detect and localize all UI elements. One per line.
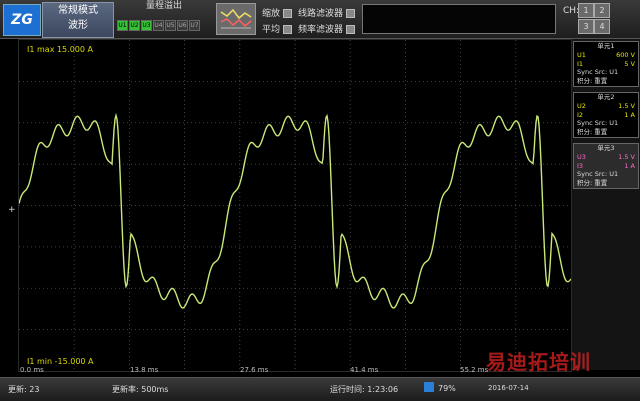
unit-i-range: 1 A [624, 110, 635, 119]
unit-i-label: I3 [577, 161, 584, 170]
unit-u-range: 1.5 V [618, 153, 635, 161]
unit-title: 单元2 [597, 93, 615, 101]
freq-filter-checkbox[interactable] [346, 25, 356, 34]
max-label: I1 max 15.000 A [27, 45, 94, 54]
zoom-label: 缩放 [262, 9, 281, 19]
unit-title: 单元1 [597, 42, 615, 50]
range-indicator-u5: U5 [165, 20, 176, 31]
unit-u-label: U2 [577, 102, 586, 110]
unit-i-label: I1 [577, 59, 584, 68]
avg-label: 平均 [262, 25, 281, 35]
range-indicator-u7: U7 [189, 20, 200, 31]
date-text: 2016-07-14 [488, 384, 529, 392]
range-indicator-u6: U6 [177, 20, 188, 31]
zoom-option[interactable]: 缩放 [262, 6, 295, 19]
unit-sync: Sync Src: U1 [577, 170, 619, 178]
x-tick-label: 27.6 ms [240, 366, 269, 374]
freq-filter-label: 频率滤波器 [298, 25, 344, 35]
run-time: 运行时间: 1:23:06 [330, 385, 399, 394]
ch-button-2[interactable]: 2 [594, 3, 610, 18]
unit-panel-1[interactable]: 单元1 U1 600 V I1 5 V Sync Src: U1 积分: 重置 [573, 41, 639, 87]
mode-button[interactable]: 常规模式 波形 [42, 2, 114, 38]
x-tick-label: 0.0 ms [20, 366, 44, 374]
zlg-logo: ZG [3, 4, 41, 36]
line-filter-checkbox[interactable] [346, 9, 356, 18]
mode-subtitle: 波形 [68, 20, 88, 31]
unit-sync: Sync Src: U1 [577, 119, 619, 127]
unit-integ: 积分: 重置 [577, 76, 608, 85]
unit-i-label: I2 [577, 110, 584, 119]
waveform-icon [220, 8, 252, 29]
monitor-icon [424, 382, 434, 392]
unit-i-range: 5 V [624, 59, 635, 68]
x-tick-label: 13.8 ms [130, 366, 159, 374]
mode-title: 常规模式 [58, 5, 98, 16]
zoom-checkbox[interactable] [283, 9, 293, 18]
x-tick-label: 55.2 ms [460, 366, 489, 374]
update-count: 更新: 23 [8, 385, 40, 394]
unit-integ: 积分: 重置 [577, 178, 608, 187]
unit-sync: Sync Src: U1 [577, 68, 619, 76]
value-display [362, 4, 556, 34]
unit-u-label: U3 [577, 153, 586, 161]
range-indicator-u1: U1 [117, 20, 128, 31]
range-title: 量程溢出 [145, 1, 182, 11]
x-tick-label: 41.4 ms [350, 366, 379, 374]
toolbar: ZG 常规模式 波形 量程溢出 U1U2U3U4U5U6U7 I1I2I3I4I… [0, 0, 640, 50]
avg-option[interactable]: 平均 [262, 22, 295, 35]
unit-u-range: 600 V [616, 51, 635, 59]
update-rate: 更新率: 500ms [112, 385, 169, 394]
waveform-button[interactable] [216, 3, 256, 35]
ch-label: CH: [563, 6, 580, 16]
unit-sidebar: 单元1 U1 600 V I1 5 V Sync Src: U1 积分: 重置 单元… [572, 39, 640, 370]
waveform-svg: I1 max 15.000 A I1 min -15.000 A [18, 40, 572, 371]
ch-button-4[interactable]: 4 [594, 19, 610, 34]
watermark: 易迪拓培训 [486, 350, 591, 374]
zero-marker: + [8, 205, 16, 215]
ch-button-3[interactable]: 3 [578, 19, 594, 34]
line-filter-option[interactable]: 线路滤波器 [298, 6, 358, 19]
freq-filter-option[interactable]: 频率滤波器 [298, 22, 358, 35]
ch-button-1[interactable]: 1 [578, 3, 594, 18]
range-indicator-u3: U3 [141, 20, 152, 31]
plot-grid [19, 40, 571, 371]
unit-integ: 积分: 重置 [577, 127, 608, 136]
unit-u-label: U1 [577, 51, 586, 59]
range-indicator-u2: U2 [129, 20, 140, 31]
range-indicator-u4: U4 [153, 20, 164, 31]
status-bar: 更新: 23 更新率: 500ms 运行时间: 1:23:06 79% 2016… [0, 377, 640, 401]
unit-panel-3[interactable]: 单元3 U3 1.5 V I3 1 A Sync Src: U1 积分: 重置 [573, 143, 639, 189]
unit-title: 单元3 [597, 144, 615, 152]
avg-checkbox[interactable] [283, 25, 293, 34]
unit-i-range: 1 A [624, 161, 635, 170]
battery-level: 79% [438, 384, 456, 393]
min-label: I1 min -15.000 A [27, 357, 94, 366]
unit-panel-2[interactable]: 单元2 U2 1.5 V I2 1 A Sync Src: U1 积分: 重置 [573, 92, 639, 138]
range-row-voltage: U1 U2 U3 U4 U5 U6 U7 [116, 12, 212, 31]
line-filter-label: 线路滤波器 [298, 9, 344, 19]
unit-u-range: 1.5 V [618, 102, 635, 110]
waveform-plot[interactable]: I1 max 15.000 A I1 min -15.000 A [18, 39, 572, 372]
range-overflow-panel: 量程溢出 U1U2U3U4U5U6U7 I1I2I3I4I5I6I7 [116, 1, 212, 50]
